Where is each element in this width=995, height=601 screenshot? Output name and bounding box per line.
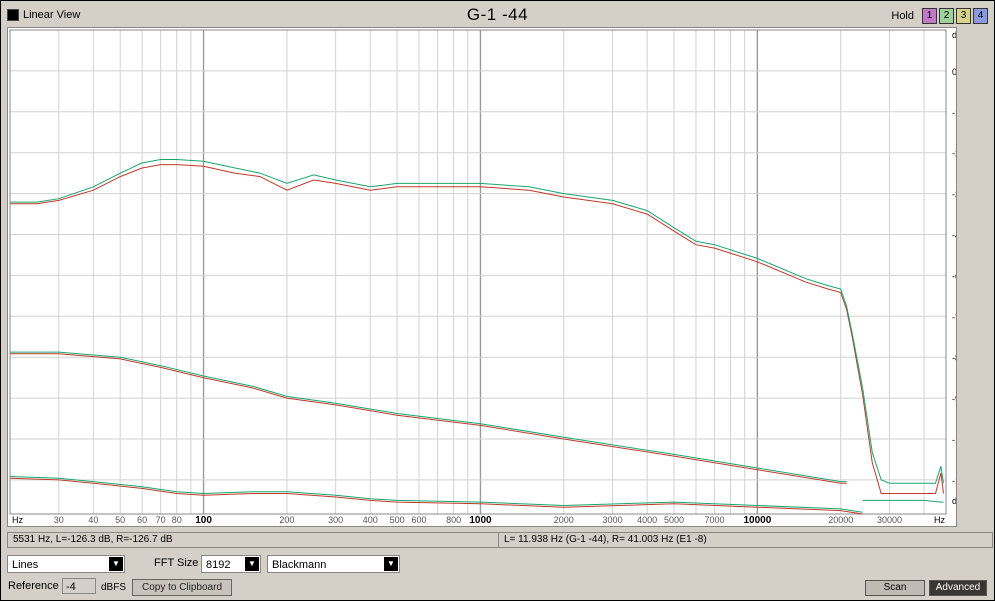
chevron-down-icon[interactable]: ▼	[245, 557, 259, 571]
y-tick-label: -36	[952, 190, 956, 200]
title-bar: Linear View G-1 -44 Hold 1 2 3 4	[2, 2, 993, 28]
fft-size-select[interactable]: 8192 ▼	[201, 555, 261, 573]
y-tick-label: -12	[952, 108, 956, 118]
x-tick-label: 2000	[554, 515, 574, 525]
window-function-select[interactable]: Blackmann ▼	[267, 555, 400, 573]
x-tick-label: 30000	[877, 515, 902, 525]
copy-to-clipboard-button[interactable]: Copy to Clipboard	[132, 579, 232, 596]
x-tick-label: 7000	[704, 515, 724, 525]
y-tick-label: -48	[952, 231, 956, 241]
y-tick-label: -96	[952, 394, 956, 404]
y-unit-top: dB	[952, 30, 956, 40]
y-tick-label: -60	[952, 271, 956, 281]
analyzer-window: Linear View G-1 -44 Hold 1 2 3 4 0 -12 -24…	[0, 0, 995, 601]
cursor-readout: 5531 Hz, L=-126.3 dB, R=-126.7 dB	[7, 532, 500, 548]
y-tick-label: -120	[952, 476, 956, 486]
x-tick-label: 400	[363, 515, 378, 525]
x-tick-label: 500	[390, 515, 405, 525]
x-tick-label: 4000	[637, 515, 657, 525]
reference-label: Reference	[8, 580, 59, 592]
x-tick-label: 3000	[603, 515, 623, 525]
window-function-value: Blackmann	[272, 559, 327, 571]
y-tick-label: -108	[952, 435, 956, 445]
y-tick-label: -72	[952, 312, 956, 322]
y-unit-bottom: dB	[952, 496, 956, 506]
plot-title: G-1 -44	[466, 5, 529, 24]
x-tick-label: 10000	[743, 515, 771, 526]
x-tick-label: 5000	[664, 515, 684, 525]
x-tick-label: 600	[412, 515, 427, 525]
series-line-3	[10, 353, 847, 484]
series-line-4	[10, 351, 847, 483]
plot-frame	[9, 29, 947, 515]
x-tick-label: 100	[195, 515, 212, 526]
x-tick-label: 300	[328, 515, 343, 525]
scan-button[interactable]: Scan	[865, 580, 925, 596]
fft-size-value: 8192	[206, 559, 231, 571]
hold-button-1[interactable]: 1	[922, 8, 937, 24]
hold-group: Hold 1 2 3 4	[891, 8, 988, 24]
x-unit-right: Hz	[934, 515, 945, 525]
series-line-5	[9, 477, 863, 515]
hold-button-3[interactable]: 3	[956, 8, 971, 24]
chevron-down-icon[interactable]: ▼	[384, 557, 398, 571]
y-tick-label: -24	[952, 149, 956, 159]
display-mode-select[interactable]: Lines ▼	[7, 555, 125, 573]
y-tick-label: -84	[952, 353, 956, 363]
reference-unit: dBFS	[101, 582, 127, 593]
spectrum-chart[interactable]: 0 -12 -24 -36 -48 -60 -72 -84 -96 -108 -120 dB dB 30 4…	[8, 28, 956, 526]
advanced-button[interactable]: Advanced	[929, 580, 987, 596]
x-tick-label: 80	[172, 515, 182, 525]
x-tick-label: 800	[446, 515, 461, 525]
peak-readout: L= 11.938 Hz (G-1 -44), R= 41.003 Hz (E1…	[498, 532, 993, 548]
chevron-down-icon[interactable]: ▼	[109, 557, 123, 571]
series-line-7	[862, 499, 944, 503]
x-tick-label: 50	[115, 515, 125, 525]
hold-button-4[interactable]: 4	[973, 8, 988, 24]
display-mode-value: Lines	[12, 559, 39, 571]
x-tick-label: 40	[88, 515, 98, 525]
x-tick-label: 70	[156, 515, 166, 525]
x-tick-label: 60	[137, 515, 147, 525]
x-tick-label: 30	[54, 515, 64, 525]
x-tick-label: 20000	[828, 515, 853, 525]
spectrum-plot-area[interactable]: 0 -12 -24 -36 -48 -60 -72 -84 -96 -108 -120 dB dB 30 4…	[7, 27, 957, 527]
x-tick-label: 1000	[469, 515, 492, 526]
hold-label: Hold	[891, 10, 914, 22]
series-line-2	[10, 159, 944, 484]
reference-input[interactable]: -4	[62, 578, 96, 594]
x-tick-label: 200	[279, 515, 294, 525]
series-line-1	[10, 164, 944, 494]
series-line-6	[9, 476, 863, 513]
x-unit-left: Hz	[12, 515, 23, 525]
fft-size-label: FFT Size	[154, 557, 199, 569]
hold-button-2[interactable]: 2	[939, 8, 954, 24]
y-tick-label: 0	[952, 67, 956, 77]
